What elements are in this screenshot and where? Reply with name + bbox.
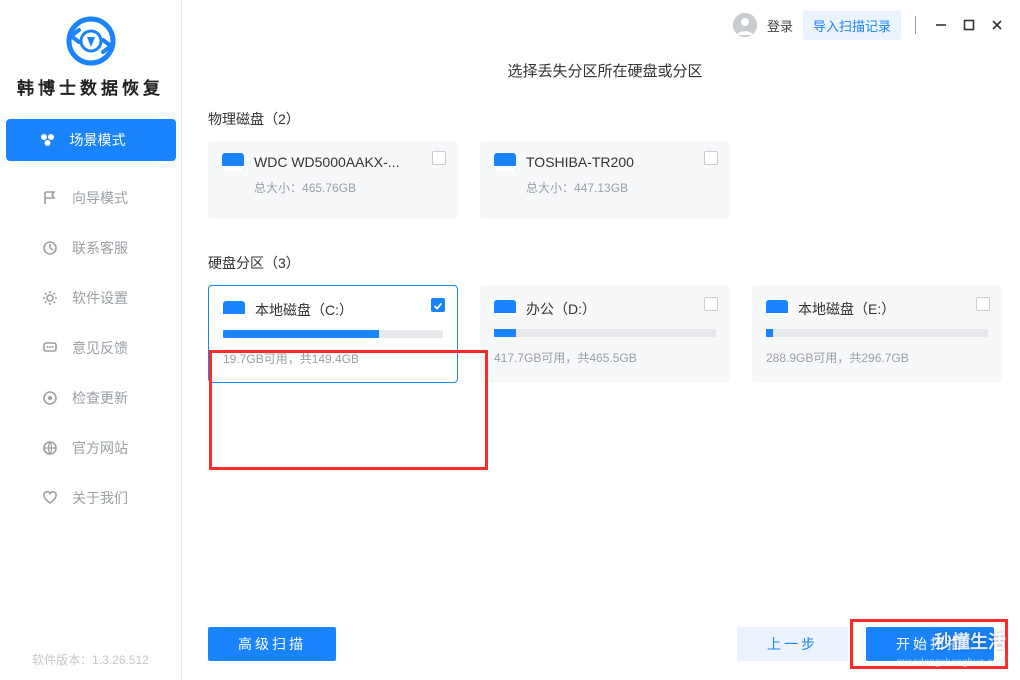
usage-bar: [494, 329, 716, 337]
maximize-icon[interactable]: [962, 18, 976, 32]
checkbox[interactable]: [704, 151, 718, 165]
chat-icon: [42, 340, 58, 356]
partition-name: 本地磁盘（E:）: [798, 299, 895, 319]
headset-icon: [42, 240, 58, 256]
nav-scene-mode[interactable]: 场景模式: [6, 119, 176, 161]
brand: 韩博士数据恢复: [0, 0, 181, 109]
partition-name: 办公（D:）: [526, 299, 596, 319]
checkbox[interactable]: [976, 297, 990, 311]
nav-label: 软件设置: [72, 288, 128, 308]
partition-free: 288.9GB可用，共296.7GB: [766, 349, 988, 366]
disk-name: TOSHIBA-TR200: [526, 154, 634, 170]
partition-row: 本地磁盘（C:） 19.7GB可用，共149.4GB 办公（D:） 417.7G…: [208, 285, 1002, 383]
nav-contact-support[interactable]: 联系客服: [0, 223, 181, 273]
usage-bar: [766, 329, 988, 337]
disk-card[interactable]: WDC WD5000AAKX-... 总大小：465.76GB: [208, 141, 458, 219]
disk-size: 总大小：447.13GB: [526, 179, 716, 196]
minimize-icon[interactable]: [934, 18, 948, 32]
disk-size: 总大小：465.76GB: [254, 179, 444, 196]
globe-icon: [42, 440, 58, 456]
nav-label: 官方网站: [72, 438, 128, 458]
checkbox[interactable]: [704, 297, 718, 311]
start-scan-button[interactable]: 开始扫描: [866, 627, 994, 661]
disk-name: WDC WD5000AAKX-...: [254, 154, 399, 170]
content: 选择丢失分区所在硬盘或分区 物理磁盘（2） WDC WD5000AAKX-...…: [182, 50, 1020, 608]
flag-icon: [42, 190, 58, 206]
nav-about[interactable]: 关于我们: [0, 473, 181, 523]
sidebar: 韩博士数据恢复 场景模式 向导模式 联系客服 软件设置 意见反馈: [0, 0, 182, 680]
close-icon[interactable]: [990, 18, 1004, 32]
avatar-icon[interactable]: [733, 13, 757, 37]
version-label: 软件版本：1.3.26.512: [0, 639, 181, 680]
hdd-icon: [494, 300, 516, 318]
import-scan-record[interactable]: 导入扫描记录: [803, 11, 901, 40]
partition-card-c[interactable]: 本地磁盘（C:） 19.7GB可用，共149.4GB: [208, 285, 458, 383]
page-title: 选择丢失分区所在硬盘或分区: [208, 60, 1002, 81]
login-link[interactable]: 登录: [767, 16, 793, 35]
app-logo-icon: [61, 16, 121, 66]
nav-label: 联系客服: [72, 238, 128, 258]
hdd-icon: [494, 153, 516, 171]
brand-name: 韩博士数据恢复: [0, 74, 181, 99]
partition-name: 本地磁盘（C:）: [255, 300, 353, 320]
physical-disk-row: WDC WD5000AAKX-... 总大小：465.76GB TOSHIBA-…: [208, 141, 1002, 219]
separator: [915, 16, 916, 34]
heart-icon: [42, 490, 58, 506]
footer: 高级扫描 上一步 开始扫描: [182, 608, 1020, 680]
main: 登录 导入扫描记录 选择丢失分区所在硬盘或分区 物理磁盘（2） WDC WD50…: [182, 0, 1020, 680]
nav-feedback[interactable]: 意见反馈: [0, 323, 181, 373]
nav-label: 关于我们: [72, 488, 128, 508]
nav: 场景模式 向导模式 联系客服 软件设置 意见反馈 检查更新: [0, 119, 181, 639]
partition-card-d[interactable]: 办公（D:） 417.7GB可用，共465.5GB: [480, 285, 730, 383]
usage-bar: [223, 330, 443, 338]
checkbox-checked[interactable]: [431, 298, 445, 312]
advanced-scan-button[interactable]: 高级扫描: [208, 627, 336, 661]
nav-wizard-mode[interactable]: 向导模式: [0, 173, 181, 223]
hdd-icon: [223, 301, 245, 319]
partition-free: 19.7GB可用，共149.4GB: [223, 350, 443, 367]
checkbox[interactable]: [432, 151, 446, 165]
scene-icon: [40, 132, 56, 148]
hdd-icon: [766, 300, 788, 318]
prev-button[interactable]: 上一步: [737, 627, 848, 661]
physical-disk-label: 物理磁盘（2）: [208, 109, 1002, 129]
nav-check-update[interactable]: 检查更新: [0, 373, 181, 423]
partition-card-e[interactable]: 本地磁盘（E:） 288.9GB可用，共296.7GB: [752, 285, 1002, 383]
partition-label: 硬盘分区（3）: [208, 253, 1002, 273]
nav-label: 意见反馈: [72, 338, 128, 358]
hdd-icon: [222, 153, 244, 171]
nav-official-site[interactable]: 官方网站: [0, 423, 181, 473]
update-icon: [42, 390, 58, 406]
partition-free: 417.7GB可用，共465.5GB: [494, 349, 716, 366]
nav-label: 场景模式: [70, 130, 126, 150]
gear-icon: [42, 290, 58, 306]
nav-label: 检查更新: [72, 388, 128, 408]
titlebar: 登录 导入扫描记录: [182, 0, 1020, 50]
nav-label: 向导模式: [72, 188, 128, 208]
nav-settings[interactable]: 软件设置: [0, 273, 181, 323]
disk-card[interactable]: TOSHIBA-TR200 总大小：447.13GB: [480, 141, 730, 219]
